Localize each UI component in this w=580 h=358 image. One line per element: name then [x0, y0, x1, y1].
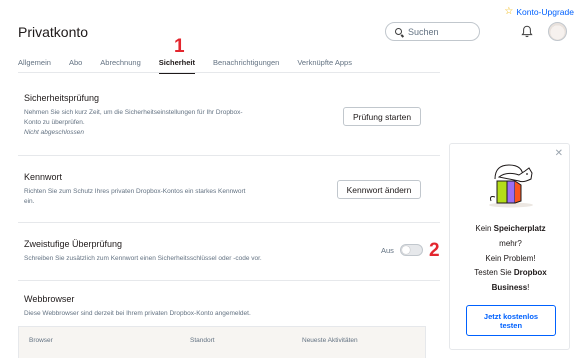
search-icon: [395, 28, 402, 35]
promo-line2: mehr?: [499, 238, 522, 248]
tab-benachrichtigungen[interactable]: Benachrichtigungen: [213, 58, 279, 73]
tab-sicherheit[interactable]: Sicherheit: [158, 58, 196, 74]
promo-card: ✕ Kein Speicherplatz mehr? Kein Problem!…: [449, 143, 570, 350]
promo-line4a: Testen Sie: [474, 268, 514, 278]
section-divider: [18, 280, 440, 281]
two-step-title: Zweistufige Überprüfung: [24, 239, 123, 249]
close-icon[interactable]: ✕: [555, 148, 563, 159]
promo-line3: Kein Problem!: [485, 253, 536, 263]
promo-line1a: Kein: [475, 224, 494, 233]
cat-box-illustration: [489, 164, 533, 208]
security-check-description: Nehmen Sie sich kurz Zeit, um die Sicher…: [24, 109, 243, 127]
bell-icon[interactable]: [521, 25, 533, 38]
browsers-table: Browser Standort Neueste Aktivitäten: [18, 326, 426, 358]
settings-tabs: Allgemein Abo Abrechnung Sicherheit Bena…: [18, 58, 370, 74]
tabs-divider: [18, 72, 440, 73]
column-header-browser: Browser: [29, 337, 53, 344]
section-divider: [18, 222, 440, 223]
star-icon: ☆: [504, 6, 514, 17]
tab-verknuepfte-apps[interactable]: Verknüpfte Apps: [297, 58, 352, 73]
browsers-description: Diese Webbrowser sind derzeit bei Ihrem …: [24, 310, 251, 317]
column-header-location: Standort: [190, 337, 215, 344]
password-description: Richten Sie zum Schutz Ihres privaten Dr…: [24, 188, 246, 206]
search-box[interactable]: [385, 22, 480, 41]
annotation-marker-1: 1: [174, 36, 185, 57]
promo-line4b: Dropbox: [513, 268, 547, 278]
tab-abrechnung[interactable]: Abrechnung: [100, 58, 140, 73]
page-title: Privatkonto: [18, 24, 89, 40]
browsers-title: Webbrowser: [24, 294, 75, 304]
search-input[interactable]: [408, 26, 478, 37]
browsers-section: Webbrowser Diese Webbrowser sind derzeit…: [24, 294, 440, 319]
upgrade-link[interactable]: ☆ Konto-Upgrade: [504, 6, 574, 17]
two-step-description: Schreiben Sie zusätzlich zum Kennwort ei…: [24, 255, 262, 262]
two-step-section: Zweistufige Überprüfung Schreiben Sie zu…: [24, 239, 440, 264]
promo-line5b: !: [527, 283, 530, 293]
column-header-recent-activity: Neueste Aktivitäten: [302, 337, 358, 344]
tab-allgemein[interactable]: Allgemein: [18, 58, 51, 73]
change-password-button[interactable]: Kennwort ändern: [337, 180, 421, 199]
tab-abo[interactable]: Abo: [69, 58, 82, 73]
two-step-toggle-label: Aus: [381, 246, 394, 255]
promo-text: Kein Speicherplatz mehr? Kein Problem! T…: [456, 222, 565, 296]
promo-line5a: Business: [491, 283, 528, 293]
two-step-toggle[interactable]: [400, 244, 423, 256]
try-free-button[interactable]: Jetzt kostenlos testen: [466, 305, 556, 336]
security-check-title: Sicherheitsprüfung: [24, 93, 100, 103]
toggle-knob: [402, 246, 410, 254]
annotation-marker-2: 2: [429, 240, 440, 261]
section-divider: [18, 155, 440, 156]
avatar[interactable]: [548, 22, 567, 41]
promo-line1b: Speicherplatz: [493, 224, 546, 233]
start-check-button[interactable]: Prüfung starten: [343, 107, 421, 126]
upgrade-label: Konto-Upgrade: [516, 6, 574, 17]
security-check-status: Nicht abgeschlossen: [24, 129, 84, 137]
